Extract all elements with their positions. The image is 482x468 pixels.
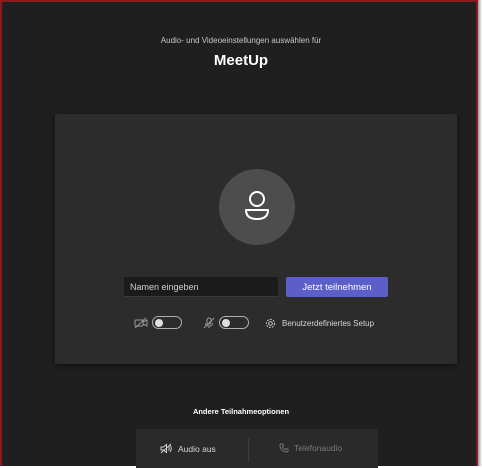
other-join-options: Audio aus Telefonaudio	[136, 429, 378, 468]
device-controls: Benutzerdefiniertes Setup	[55, 314, 457, 332]
meeting-title: MeetUp	[213, 52, 269, 69]
user-icon	[245, 191, 269, 220]
join-now-button[interactable]: Jetzt teilnehmen	[286, 277, 388, 297]
audio-off-option[interactable]: Audio aus	[160, 443, 216, 454]
speaker-off-icon	[160, 443, 172, 454]
mic-toggle[interactable]	[219, 316, 249, 329]
camera-toggle[interactable]	[152, 316, 182, 329]
meeting-prejoin-window: Audio- und Videoeinstellungen auswählen …	[0, 0, 478, 468]
name-input[interactable]	[124, 277, 278, 297]
phone-audio-option[interactable]: Telefonaudio	[279, 443, 342, 453]
audio-off-label: Audio aus	[178, 443, 216, 454]
gear-icon	[265, 318, 276, 328]
phone-audio-label: Telefonaudio	[294, 443, 343, 453]
options-divider	[248, 438, 249, 462]
mic-toggle-knob	[222, 318, 230, 327]
mic-off-icon	[203, 317, 215, 329]
camera-toggle-knob	[155, 318, 163, 327]
phone-icon	[279, 443, 289, 453]
custom-setup-label: Benutzerdefiniertes Setup	[282, 318, 375, 328]
camera-off-icon	[134, 317, 148, 329]
settings-subtitle: Audio- und Videoeinstellungen auswählen …	[160, 36, 322, 45]
window-edge-shadow	[478, 0, 482, 466]
custom-setup-button[interactable]: Benutzerdefiniertes Setup	[265, 315, 374, 331]
video-preview-panel: Jetzt teilnehmen	[55, 114, 457, 364]
other-join-options-label: Andere Teilnahmeoptionen	[192, 407, 290, 416]
avatar	[219, 169, 295, 245]
